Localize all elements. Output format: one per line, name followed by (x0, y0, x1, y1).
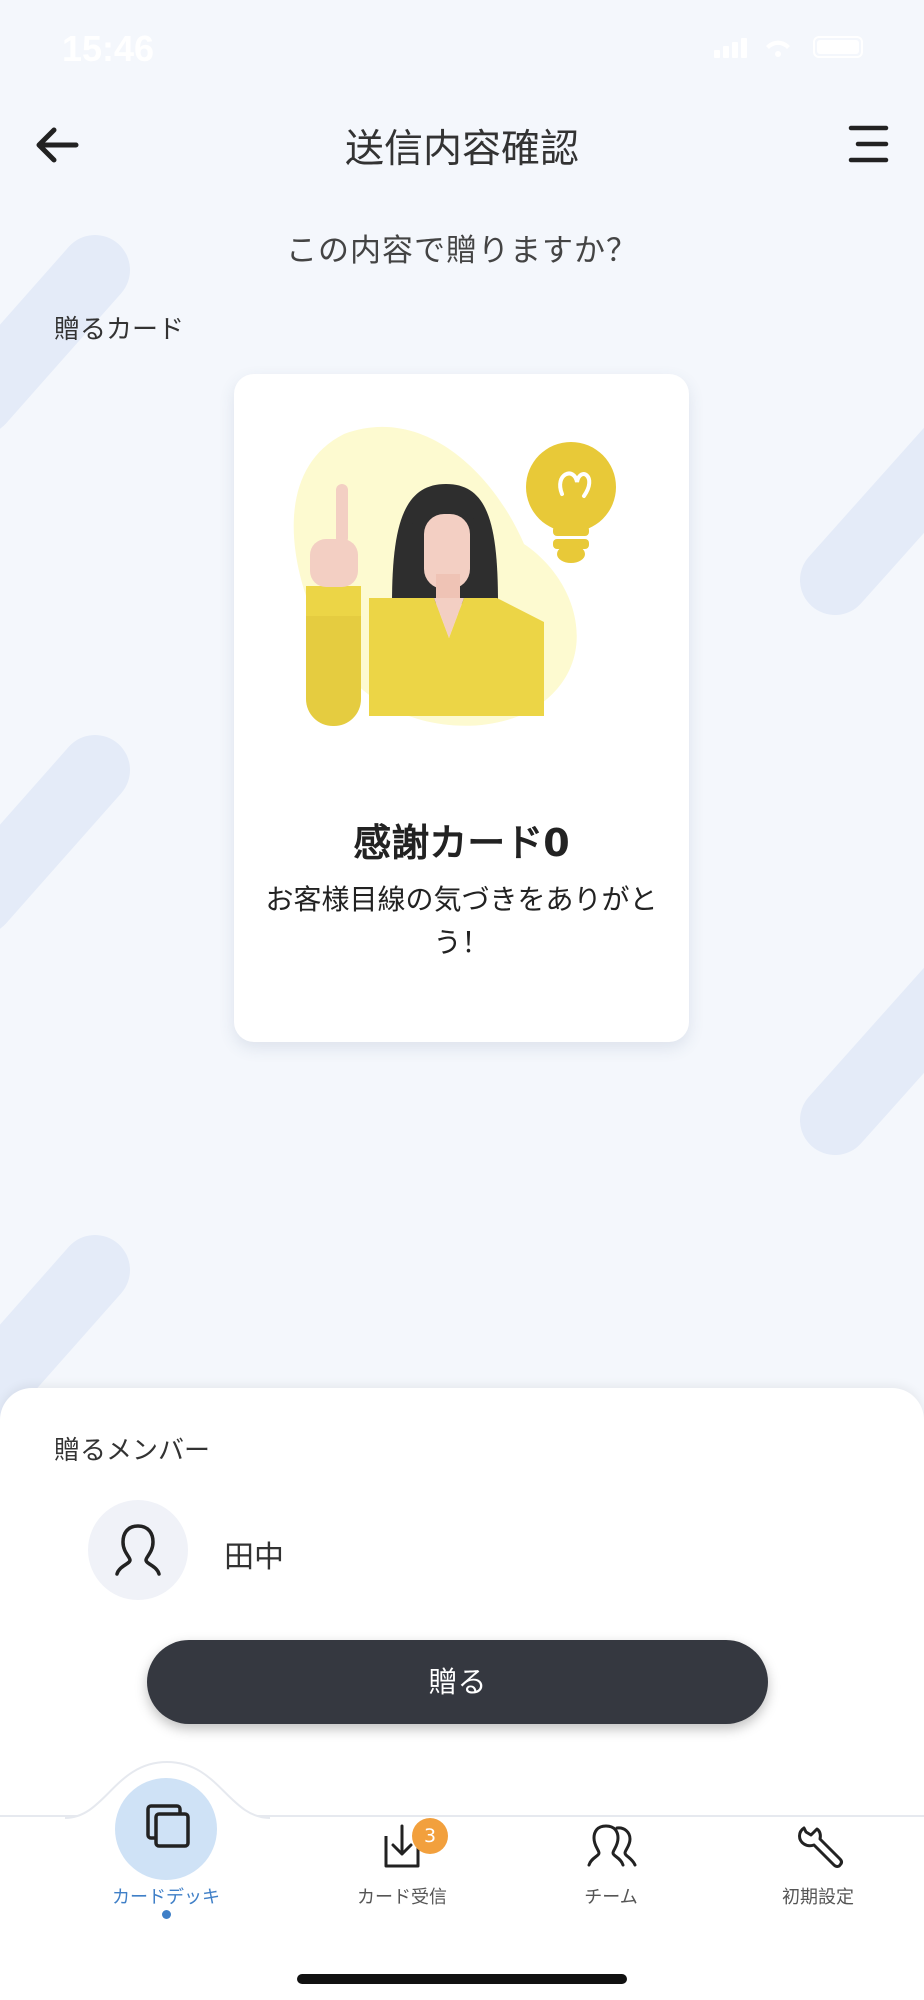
screen: 15:46 送信内容確認 この内容で贈りますか？ 贈るカード 感謝カード0 お客… (0, 0, 924, 2000)
team-icon (587, 1824, 637, 1867)
inbox-download-icon (384, 1824, 420, 1868)
status-bar: 15:46 (0, 0, 924, 100)
send-button[interactable]: 贈る (147, 1640, 768, 1724)
tab-label: カードデッキ (112, 1887, 220, 1908)
status-time: 15:46 (62, 28, 155, 69)
active-tab-indicator (162, 1910, 171, 1919)
menu-icon (848, 125, 889, 163)
home-indicator (297, 1974, 627, 1984)
tab-card-deck[interactable]: カードデッキ (66, 1800, 266, 1910)
member-name: 田中 (224, 1540, 284, 1575)
tab-card-inbox[interactable]: 3 カード受信 (302, 1818, 502, 1910)
confirmation-question: この内容で贈りますか？ (286, 233, 638, 269)
card-illustration (293, 426, 616, 726)
page-title: 送信内容確認 (344, 127, 579, 172)
person-icon (115, 1524, 161, 1576)
member-section-label: 贈るメンバー (54, 1436, 211, 1466)
card-title: 感謝カード0 (353, 821, 570, 865)
cards-icon (146, 1804, 190, 1848)
tab-label: チーム (584, 1887, 638, 1908)
unread-badge: 3 (412, 1818, 448, 1854)
card-preview: 感謝カード0 お客様目線の気づきをありがとう！ (234, 374, 689, 1042)
tab-settings[interactable]: 初期設定 (718, 1818, 918, 1910)
menu-button[interactable] (836, 115, 896, 175)
tab-label: カード受信 (357, 1887, 447, 1908)
card-description: お客様目線の気づきをありがとう！ (265, 883, 658, 959)
wrench-icon (798, 1826, 843, 1868)
status-icons (714, 36, 863, 58)
avatar (88, 1500, 188, 1600)
tab-label: 初期設定 (782, 1887, 854, 1908)
card-section-label: 贈るカード (54, 315, 185, 345)
tab-team[interactable]: チーム (511, 1818, 711, 1910)
